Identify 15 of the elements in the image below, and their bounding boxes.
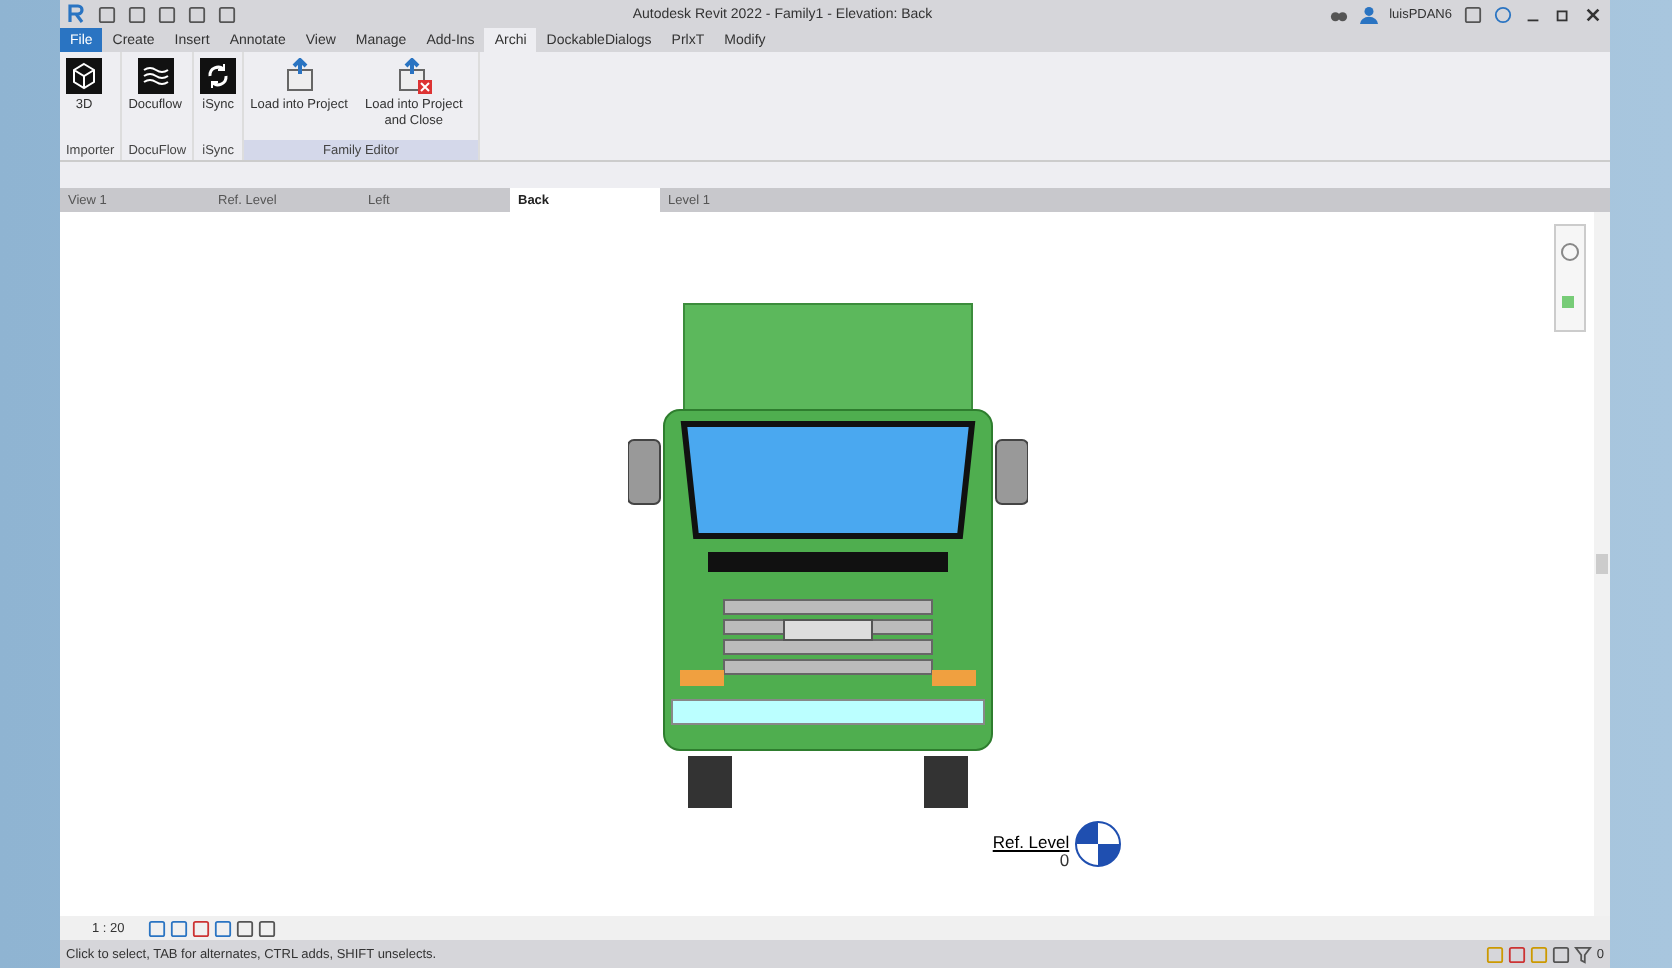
sync-icon xyxy=(200,58,237,94)
load-close-icon xyxy=(395,58,432,94)
load-icon xyxy=(281,58,317,94)
app-logo-icon[interactable] xyxy=(68,4,86,24)
level-head-icon xyxy=(1073,820,1122,868)
filter-icon[interactable] xyxy=(1574,945,1593,963)
user-icon[interactable] xyxy=(1359,5,1378,23)
restore-icon[interactable] xyxy=(1554,5,1572,23)
cube-icon xyxy=(66,58,102,94)
level-name: Ref. Level xyxy=(992,834,1070,851)
waves-icon xyxy=(137,58,174,94)
vertical-scrollbar[interactable] xyxy=(1594,212,1610,916)
help-icon[interactable] xyxy=(1494,5,1512,23)
level-elevation: 0 xyxy=(1059,851,1070,868)
close-icon[interactable] xyxy=(1584,5,1602,23)
